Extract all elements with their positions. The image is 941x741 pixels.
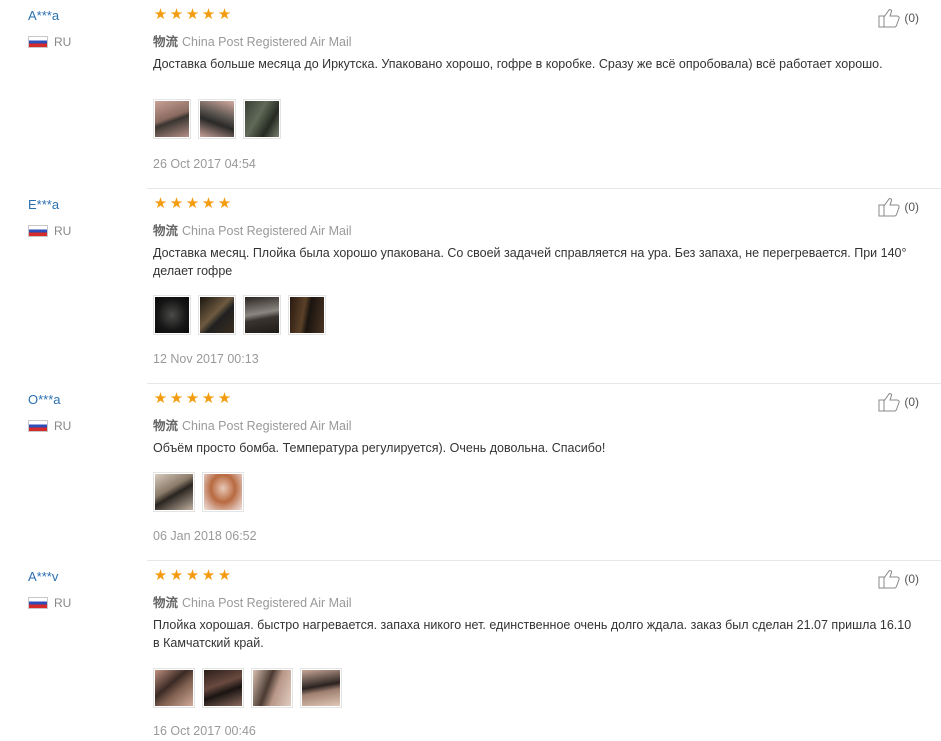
- review-photo[interactable]: [243, 295, 281, 335]
- review-date: 06 Jan 2018 06:52: [153, 529, 257, 543]
- review-date: 16 Oct 2017 00:46: [153, 724, 256, 738]
- star-rating: ★ ★ ★ ★ ★: [153, 568, 232, 583]
- logistics-method: China Post Registered Air Mail: [182, 419, 352, 433]
- review-photos: [153, 99, 281, 139]
- useful-button[interactable]: (0): [878, 392, 919, 412]
- buyer-country: RU: [28, 596, 71, 610]
- star-icon: ★: [153, 5, 168, 23]
- star-icon: ★: [185, 566, 200, 584]
- star-rating: ★ ★ ★ ★ ★: [153, 391, 232, 406]
- review-item: O***a RU ★ ★ ★ ★ ★ 物流 China Post Registered A…: [0, 384, 941, 561]
- country-code: RU: [54, 596, 72, 610]
- review-photo[interactable]: [153, 668, 195, 708]
- star-icon: ★: [169, 5, 184, 23]
- star-rating: ★ ★ ★ ★ ★: [153, 7, 232, 22]
- review-text: Доставка больше месяца до Иркутска. Упак…: [153, 57, 883, 71]
- review-date: 12 Nov 2017 00:13: [153, 352, 259, 366]
- useful-count: (0): [904, 572, 919, 586]
- star-icon: ★: [169, 389, 184, 407]
- buyer-country: RU: [28, 419, 71, 433]
- useful-count: (0): [904, 11, 919, 25]
- review-photos: [153, 472, 244, 512]
- thumbs-up-icon: [878, 198, 900, 217]
- star-icon: ★: [217, 566, 232, 584]
- thumbs-up-icon: [878, 393, 900, 412]
- thumbs-up-icon: [878, 9, 900, 28]
- review-photos: [153, 668, 342, 708]
- star-icon: ★: [185, 5, 200, 23]
- buyer-country: RU: [28, 224, 71, 238]
- star-icon: ★: [185, 389, 200, 407]
- russia-flag-icon: [28, 225, 48, 237]
- logistics-info: 物流 China Post Registered Air Mail: [153, 592, 352, 611]
- review-photo[interactable]: [288, 295, 326, 335]
- review-photo[interactable]: [153, 99, 191, 139]
- star-icon: ★: [217, 5, 232, 23]
- star-icon: ★: [153, 389, 168, 407]
- logistics-info: 物流 China Post Registered Air Mail: [153, 415, 352, 434]
- star-icon: ★: [169, 194, 184, 212]
- buyer-name[interactable]: A***a: [28, 8, 59, 23]
- star-rating: ★ ★ ★ ★ ★: [153, 196, 232, 211]
- star-icon: ★: [217, 194, 232, 212]
- buyer-name[interactable]: E***a: [28, 197, 59, 212]
- star-icon: ★: [201, 389, 216, 407]
- logistics-label: 物流: [153, 595, 179, 610]
- russia-flag-icon: [28, 36, 48, 48]
- logistics-label: 物流: [153, 34, 179, 49]
- review-item: E***a RU ★ ★ ★ ★ ★ 物流 China Post Registered A…: [0, 189, 941, 384]
- logistics-method: China Post Registered Air Mail: [182, 35, 352, 49]
- useful-count: (0): [904, 200, 919, 214]
- review-date: 26 Oct 2017 04:54: [153, 157, 256, 171]
- logistics-info: 物流 China Post Registered Air Mail: [153, 31, 352, 50]
- russia-flag-icon: [28, 420, 48, 432]
- logistics-label: 物流: [153, 418, 179, 433]
- russia-flag-icon: [28, 597, 48, 609]
- useful-count: (0): [904, 395, 919, 409]
- review-item: A***v RU ★ ★ ★ ★ ★ 物流 China Post Registered A…: [0, 561, 941, 741]
- country-code: RU: [54, 419, 72, 433]
- star-icon: ★: [201, 566, 216, 584]
- review-text: Доставка месяц. Плойка была хорошо упако…: [153, 246, 907, 278]
- thumbs-up-icon: [878, 570, 900, 589]
- star-icon: ★: [201, 194, 216, 212]
- star-icon: ★: [169, 566, 184, 584]
- review-text: Объём просто бомба. Температура регулиру…: [153, 441, 606, 455]
- review-text: Плойка хорошая. быстро нагревается. запа…: [153, 618, 912, 650]
- star-icon: ★: [153, 566, 168, 584]
- review-photo[interactable]: [202, 668, 244, 708]
- buyer-name[interactable]: A***v: [28, 569, 58, 584]
- star-icon: ★: [153, 194, 168, 212]
- review-item: A***a RU ★ ★ ★ ★ ★ 物流 China Post Registered A…: [0, 0, 941, 189]
- review-photo[interactable]: [153, 472, 195, 512]
- logistics-info: 物流 China Post Registered Air Mail: [153, 220, 352, 239]
- review-photos: [153, 295, 326, 335]
- country-code: RU: [54, 224, 72, 238]
- star-icon: ★: [201, 5, 216, 23]
- review-photo[interactable]: [243, 99, 281, 139]
- review-photo[interactable]: [202, 472, 244, 512]
- logistics-label: 物流: [153, 223, 179, 238]
- useful-button[interactable]: (0): [878, 569, 919, 589]
- review-photo[interactable]: [300, 668, 342, 708]
- review-photo[interactable]: [198, 295, 236, 335]
- country-code: RU: [54, 35, 72, 49]
- review-photo[interactable]: [198, 99, 236, 139]
- logistics-method: China Post Registered Air Mail: [182, 596, 352, 610]
- review-photo[interactable]: [153, 295, 191, 335]
- useful-button[interactable]: (0): [878, 8, 919, 28]
- useful-button[interactable]: (0): [878, 197, 919, 217]
- logistics-method: China Post Registered Air Mail: [182, 224, 352, 238]
- review-photo[interactable]: [251, 668, 293, 708]
- buyer-country: RU: [28, 35, 71, 49]
- star-icon: ★: [185, 194, 200, 212]
- star-icon: ★: [217, 389, 232, 407]
- buyer-name[interactable]: O***a: [28, 392, 61, 407]
